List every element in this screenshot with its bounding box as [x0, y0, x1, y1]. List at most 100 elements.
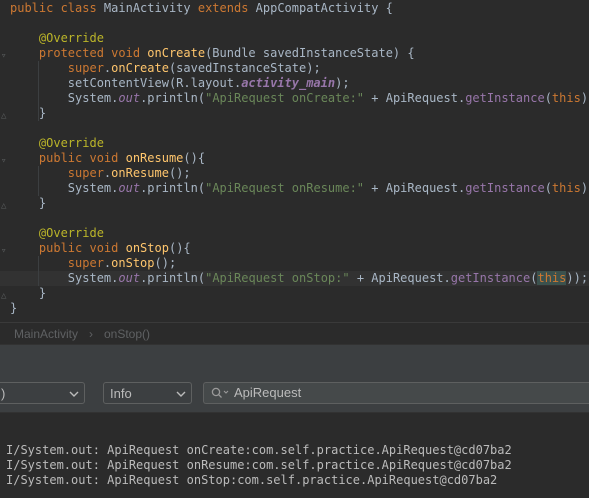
code-token: );	[335, 76, 357, 90]
code-token: public void	[38, 241, 126, 255]
logcat-output[interactable]: I/System.out: ApiRequest onCreate:com.se…	[0, 412, 589, 498]
code-token: out	[118, 91, 141, 105]
code-token: getInstance	[465, 91, 545, 105]
breadcrumb: MainActivity › onStop()	[0, 322, 589, 345]
code-editor[interactable]: ▿ △ ▿ △ ▿ △ public class MainActivity ex…	[0, 0, 589, 322]
code-line[interactable]: super.onResume();	[10, 166, 191, 181]
code-token: onCreate	[147, 46, 206, 60]
log-line: I/System.out: ApiRequest onResume:com.se…	[6, 458, 512, 472]
code-line[interactable]: System.out.println("ApiRequest onResume:…	[10, 181, 589, 196]
code-line[interactable]: System.out.println("ApiRequest onStop:" …	[10, 271, 588, 286]
code-token: ));	[580, 181, 589, 195]
device-select[interactable]: )	[0, 382, 85, 404]
chevron-down-icon	[69, 391, 79, 397]
code-token: ));	[580, 91, 589, 105]
code-token: "ApiRequest onStop:"	[205, 271, 350, 285]
code-token: (){	[183, 151, 206, 165]
code-token: "ApiRequest onResume:"	[205, 181, 365, 195]
code-line[interactable]: }	[10, 106, 46, 121]
code-token: extends	[197, 1, 256, 15]
code-token: @Override	[38, 226, 104, 240]
code-token: }	[10, 301, 18, 315]
code-token: activity_main	[241, 76, 336, 90]
code-token: this	[551, 181, 581, 195]
code-token: onStop	[111, 256, 155, 270]
breadcrumb-separator: ›	[89, 327, 93, 341]
code-token: ();	[168, 166, 191, 180]
code-token: .println(	[140, 271, 206, 285]
logcat-toolbar: ) Info ApiRequest	[0, 376, 589, 412]
code-token: (Bundle savedInstanceState) {	[205, 46, 415, 60]
code-token: super	[67, 61, 104, 75]
breadcrumb-class[interactable]: MainActivity	[14, 323, 78, 345]
code-token: + ApiRequest.	[364, 181, 466, 195]
code-line[interactable]: }	[10, 301, 17, 316]
code-token: ();	[154, 256, 177, 270]
code-token: }	[10, 196, 47, 210]
log-level-value: Info	[110, 386, 132, 401]
code-token: super	[67, 256, 104, 270]
code-token: @Override	[38, 136, 104, 150]
fold-icon[interactable]: △	[1, 292, 9, 301]
code-token: out	[118, 271, 141, 285]
code-token: MainActivity	[103, 1, 198, 15]
code-token: this	[537, 271, 567, 285]
code-token: AppCompatActivity {	[255, 1, 393, 15]
code-line[interactable]: @Override	[10, 136, 104, 151]
code-token: this	[551, 91, 581, 105]
breadcrumb-method[interactable]: onStop()	[104, 323, 150, 345]
search-value: ApiRequest	[234, 385, 302, 400]
fold-icon[interactable]: ▿	[1, 157, 9, 166]
fold-icon[interactable]: ▿	[1, 52, 9, 61]
code-token: .println(	[140, 181, 206, 195]
code-token: onResume	[111, 166, 169, 180]
code-token: protected void	[38, 46, 148, 60]
code-token: + ApiRequest.	[349, 271, 451, 285]
code-line[interactable]: super.onStop();	[10, 256, 176, 271]
code-token: (	[544, 91, 552, 105]
device-select-value: )	[1, 386, 6, 401]
code-token: "ApiRequest onCreate:"	[205, 91, 365, 105]
code-line[interactable]: public void onStop(){	[10, 241, 191, 256]
code-token: System.	[10, 271, 119, 285]
code-token: public void	[38, 151, 126, 165]
fold-icon[interactable]: ▿	[1, 247, 9, 256]
code-token: getInstance	[465, 181, 545, 195]
code-token: super	[67, 166, 104, 180]
code-token: out	[118, 181, 141, 195]
log-level-select[interactable]: Info	[103, 382, 192, 404]
code-token: }	[10, 286, 47, 300]
code-line[interactable]: setContentView(R.layout.activity_main);	[10, 76, 357, 91]
tool-window-header	[0, 344, 589, 377]
code-token: (savedInstanceState);	[168, 61, 321, 75]
log-line: I/System.out: ApiRequest onStop:com.self…	[6, 473, 498, 487]
fold-icon[interactable]: △	[1, 112, 9, 121]
code-token: }	[10, 106, 47, 120]
chevron-down-icon	[176, 391, 186, 397]
code-token: (	[544, 181, 552, 195]
fold-icon[interactable]: △	[1, 202, 9, 211]
logcat-search-input[interactable]: ApiRequest	[203, 382, 589, 404]
code-line[interactable]: System.out.println("ApiRequest onCreate:…	[10, 91, 589, 106]
code-line[interactable]: }	[10, 196, 46, 211]
code-line[interactable]: }	[10, 286, 46, 301]
code-token: @Override	[38, 31, 104, 45]
code-token: onStop	[125, 241, 169, 255]
code-line[interactable]: @Override	[10, 226, 104, 241]
code-line[interactable]: @Override	[10, 31, 104, 46]
code-line[interactable]: public class MainActivity extends AppCom…	[10, 1, 393, 16]
code-line[interactable]: public void onResume(){	[10, 151, 205, 166]
code-line[interactable]: super.onCreate(savedInstanceState);	[10, 61, 321, 76]
code-token: public class	[10, 1, 104, 15]
code-line[interactable]: protected void onCreate(Bundle savedInst…	[10, 46, 415, 61]
code-token: setContentView(R.layout.	[10, 76, 242, 90]
code-token: (){	[168, 241, 191, 255]
